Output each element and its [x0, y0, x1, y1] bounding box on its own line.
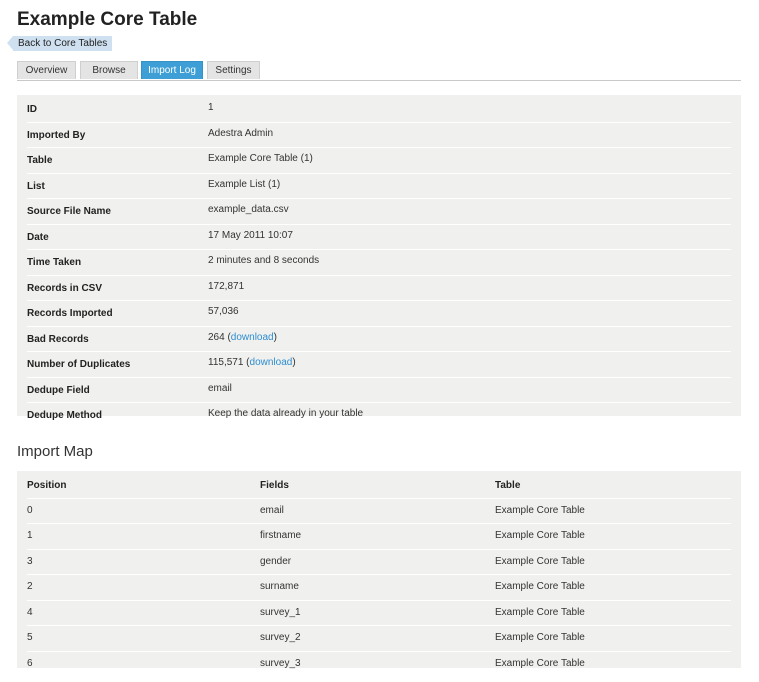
table-cell: Example Core Table [495, 657, 585, 669]
detail-row-source-file: Source File Name example_data.csv [27, 199, 731, 225]
table-row: 4 survey_1 Example Core Table [27, 601, 731, 626]
detail-value: email [208, 382, 232, 394]
detail-value: 264 (download) [208, 331, 277, 343]
detail-label: Table [27, 155, 53, 166]
detail-label: Imported By [27, 129, 86, 141]
tab-bar: Overview Browse Import Log Settings [17, 61, 741, 81]
detail-label: Records in CSV [27, 282, 103, 294]
position-cell: 6 [27, 657, 33, 669]
detail-value: 115,571 (download) [208, 357, 296, 368]
field-cell: email [260, 504, 284, 516]
field-cell: survey_1 [260, 606, 301, 618]
table-cell: Example Core Table [495, 504, 585, 516]
detail-label: List [27, 180, 45, 192]
detail-value: 1 [208, 102, 214, 113]
table-cell: Example Core Table [495, 606, 585, 618]
position-cell: 4 [27, 606, 33, 618]
bad-records-count: 264 [208, 331, 225, 343]
tab-browse[interactable]: Browse [80, 61, 138, 79]
table-row: 1 firstname Example Core Table [27, 524, 731, 550]
table-row: 5 survey_2 Example Core Table [27, 626, 731, 652]
tab-import-log[interactable]: Import Log [141, 61, 203, 79]
position-cell: 1 [27, 530, 33, 541]
position-cell: 3 [27, 555, 33, 567]
tab-settings[interactable]: Settings [207, 61, 260, 79]
import-details-table: ID 1 Imported By Adestra Admin Table Exa… [17, 95, 741, 421]
detail-row-imported-by: Imported By Adestra Admin [27, 123, 731, 148]
detail-value: example_data.csv [208, 204, 289, 215]
bad-records-download-link[interactable]: download [231, 332, 274, 343]
detail-label: Bad Records [27, 333, 89, 345]
detail-label: Dedupe Field [27, 384, 90, 396]
column-header-table: Table [495, 480, 521, 491]
detail-value: 172,871 [208, 280, 245, 292]
detail-row-dedupe-field: Dedupe Field email [27, 378, 731, 403]
table-row: 3 gender Example Core Table [27, 550, 731, 575]
detail-value: 57,036 [208, 306, 239, 317]
detail-row-id: ID 1 [27, 97, 731, 123]
detail-row-dedupe-method: Dedupe Method Keep the data already in y… [27, 403, 731, 428]
position-cell: 2 [27, 581, 33, 592]
column-header-position: Position [27, 480, 67, 491]
detail-value: Adestra Admin [208, 127, 274, 139]
detail-row-duplicates: Number of Duplicates 115,571 (download) [27, 352, 731, 378]
detail-label: Time Taken [27, 257, 82, 268]
detail-label: Date [27, 231, 49, 243]
detail-row-date: Date 17 May 2011 10:07 [27, 225, 731, 250]
table-cell: Example Core Table [495, 555, 585, 567]
detail-value: Example Core Table (1) [208, 153, 313, 164]
field-cell: gender [260, 555, 292, 567]
table-row: 2 surname Example Core Table [27, 575, 731, 601]
detail-row-records-in-csv: Records in CSV 172,871 [27, 276, 731, 301]
position-cell: 0 [27, 504, 33, 516]
detail-label: Records Imported [27, 308, 113, 319]
table-row: 6 survey_3 Example Core Table [27, 652, 731, 677]
detail-value: Example List (1) [208, 178, 281, 190]
detail-row-list: List Example List (1) [27, 174, 731, 199]
column-header-fields: Fields [260, 480, 289, 491]
position-cell: 5 [27, 632, 33, 643]
back-to-core-tables-link[interactable]: Back to Core Tables [6, 36, 113, 51]
field-cell: survey_3 [260, 657, 301, 669]
detail-label: Number of Duplicates [27, 359, 131, 370]
detail-row-records-imported: Records Imported 57,036 [27, 301, 731, 327]
detail-label: Source File Name [27, 206, 111, 217]
field-cell: surname [260, 581, 299, 592]
detail-row-time-taken: Time Taken 2 minutes and 8 seconds [27, 250, 731, 276]
duplicates-download-link[interactable]: download [250, 357, 293, 368]
table-row: 0 email Example Core Table [27, 499, 731, 524]
import-map-table: Position Fields Table 0 email Example Co… [17, 471, 741, 669]
detail-label: ID [27, 104, 37, 115]
tab-overview[interactable]: Overview [17, 61, 76, 79]
detail-row-table: Table Example Core Table (1) [27, 148, 731, 174]
table-cell: Example Core Table [495, 581, 585, 592]
field-cell: firstname [260, 530, 302, 541]
detail-value: 17 May 2011 10:07 [208, 229, 293, 241]
detail-row-bad-records: Bad Records 264 (download) [27, 327, 731, 352]
import-map-title: Import Map [17, 443, 93, 460]
detail-value: 2 minutes and 8 seconds [208, 255, 320, 266]
table-header-row: Position Fields Table [27, 473, 731, 499]
detail-value: Keep the data already in your table [208, 408, 364, 419]
field-cell: survey_2 [260, 632, 301, 643]
table-cell: Example Core Table [495, 632, 585, 643]
page-title: Example Core Table [17, 9, 198, 30]
duplicates-count: 115,571 [208, 357, 244, 368]
detail-label: Dedupe Method [27, 410, 102, 421]
table-cell: Example Core Table [495, 530, 585, 541]
